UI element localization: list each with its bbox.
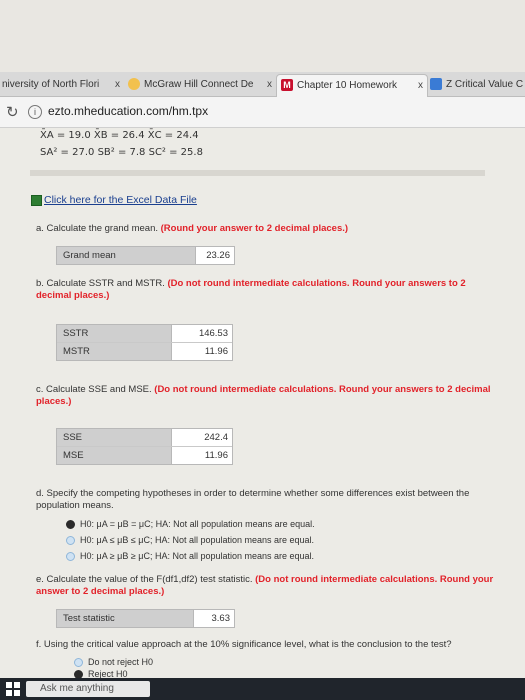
search-box[interactable]: Ask me anything — [26, 681, 150, 697]
close-icon[interactable]: x — [418, 75, 423, 97]
test-statistic-table: Test statistic 3.63 — [56, 609, 235, 628]
row-label: MSE — [57, 447, 171, 464]
question-prompt: d. Specify the competing hypotheses in o… — [36, 488, 470, 511]
row-label: Grand mean — [57, 247, 195, 264]
divider — [30, 170, 485, 176]
table-row: SSTR 146.53 — [57, 325, 232, 343]
tab-label: Z Critical Value C — [446, 79, 524, 90]
excel-icon — [31, 194, 42, 206]
row-label: MSTR — [57, 343, 171, 360]
radio-icon — [66, 536, 75, 546]
table-row: Test statistic 3.63 — [57, 610, 234, 627]
table-row: Grand mean 23.26 — [57, 247, 234, 264]
sse-mse-table: SSE 242.4 MSE 11.96 — [56, 428, 233, 465]
url-field[interactable]: ezto.mheducation.com/hm.tpx — [48, 104, 208, 118]
reload-icon[interactable]: ↻ — [6, 103, 19, 121]
address-bar: ↻ i ezto.mheducation.com/hm.tpx — [0, 97, 525, 128]
tab-label: niversity of North Flori — [2, 79, 100, 90]
conclusion-option-1[interactable]: Do not reject H0 — [74, 656, 153, 668]
tab-bar: niversity of North Flori x McGraw Hill C… — [0, 72, 525, 97]
option-label: H0: μA = μB = μC; HA: Not all population… — [80, 519, 315, 529]
screen: niversity of North Flori x McGraw Hill C… — [0, 0, 525, 700]
close-icon[interactable]: x — [267, 74, 272, 96]
question-prompt: b. Calculate SSTR and MSTR. — [36, 278, 165, 289]
test-statistic-input[interactable]: 3.63 — [193, 610, 234, 627]
taskbar: Ask me anything — [0, 678, 525, 700]
option-label: H0: μA ≥ μB ≥ μC; HA: Not all population… — [80, 551, 315, 561]
excel-link-label: Click here for the Excel Data File — [44, 194, 197, 206]
z-icon — [430, 78, 442, 91]
option-label: Do not reject H0 — [88, 657, 154, 667]
tab-university[interactable]: niversity of North Flori x — [0, 74, 124, 96]
question-a: a. Calculate the grand mean. (Round your… — [36, 223, 476, 235]
m-icon: M — [281, 79, 293, 92]
question-prompt: a. Calculate the grand mean. — [36, 223, 158, 234]
mstr-input[interactable]: 11.96 — [171, 343, 232, 360]
question-c: c. Calculate SSE and MSE. (Do not round … — [36, 384, 501, 408]
question-d: d. Specify the competing hypotheses in o… — [36, 488, 506, 512]
option-label: H0: μA ≤ μB ≤ μC; HA: Not all population… — [80, 535, 315, 545]
row-label: Test statistic — [57, 610, 193, 627]
close-icon[interactable]: x — [115, 74, 120, 96]
mcgraw-hill-icon — [128, 78, 140, 91]
sse-input[interactable]: 242.4 — [171, 429, 232, 446]
row-label: SSE — [57, 429, 171, 446]
sample-variances: SA² = 27.0 SB² = 7.8 SC² = 25.8 — [40, 147, 203, 158]
hypothesis-option-3[interactable]: H0: μA ≥ μB ≥ μC; HA: Not all population… — [66, 550, 314, 562]
tab-label: McGraw Hill Connect De — [144, 79, 254, 90]
mse-input[interactable]: 11.96 — [171, 447, 232, 464]
question-prompt: c. Calculate SSE and MSE. — [36, 384, 152, 395]
question-b: b. Calculate SSTR and MSTR. (Do not roun… — [36, 278, 501, 302]
sstr-mstr-table: SSTR 146.53 MSTR 11.96 — [56, 324, 233, 361]
rounding-note: (Round your answer to 2 decimal places.) — [160, 223, 349, 234]
table-row: MSE 11.96 — [57, 447, 232, 464]
radio-icon — [74, 658, 83, 668]
question-prompt: f. Using the critical value approach at … — [36, 639, 452, 650]
grand-mean-input[interactable]: 23.26 — [195, 247, 234, 264]
question-f: f. Using the critical value approach at … — [36, 639, 506, 651]
question-prompt: e. Calculate the value of the F(df1,df2)… — [36, 574, 253, 585]
table-row: MSTR 11.96 — [57, 343, 232, 360]
excel-data-link[interactable]: Click here for the Excel Data File — [31, 194, 197, 206]
tab-z-critical-value[interactable]: Z Critical Value C — [426, 74, 525, 96]
tab-label: Chapter 10 Homework — [297, 80, 398, 91]
sample-statistics: X̄A = 19.0 X̄B = 26.4 X̄C = 24.4 SA² = 2… — [40, 130, 203, 164]
question-e: e. Calculate the value of the F(df1,df2)… — [36, 574, 506, 598]
sample-means: X̄A = 19.0 X̄B = 26.4 X̄C = 24.4 — [40, 130, 199, 141]
windows-icon[interactable] — [6, 682, 20, 696]
info-icon[interactable]: i — [28, 105, 42, 119]
sstr-input[interactable]: 146.53 — [171, 325, 232, 342]
hypothesis-option-1[interactable]: H0: μA = μB = μC; HA: Not all population… — [66, 518, 315, 530]
table-row: SSE 242.4 — [57, 429, 232, 447]
row-label: SSTR — [57, 325, 171, 342]
homework-content: X̄A = 19.0 X̄B = 26.4 X̄C = 24.4 SA² = 2… — [0, 128, 525, 700]
radio-icon — [66, 552, 75, 562]
hypothesis-option-2[interactable]: H0: μA ≤ μB ≤ μC; HA: Not all population… — [66, 534, 314, 546]
tab-chapter-10-homework[interactable]: M Chapter 10 Homework x — [276, 74, 428, 97]
radio-selected-icon — [66, 520, 75, 530]
tab-mcgraw-hill[interactable]: McGraw Hill Connect De x — [124, 74, 276, 96]
grand-mean-table: Grand mean 23.26 — [56, 246, 235, 265]
